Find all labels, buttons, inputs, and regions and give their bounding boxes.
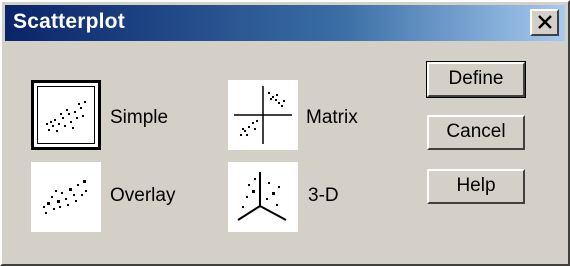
- window-title: Scatterplot: [13, 10, 125, 33]
- scatterplot-dialog: Scatterplot Simple Overlay Matrix 3-D De…: [0, 0, 570, 266]
- help-button[interactable]: Help: [427, 169, 525, 204]
- cancel-button[interactable]: Cancel: [427, 115, 525, 150]
- close-button[interactable]: [530, 9, 559, 36]
- define-button[interactable]: Define: [426, 61, 526, 98]
- option-label-matrix: Matrix: [306, 107, 358, 128]
- matrix-scatter-icon[interactable]: [228, 80, 298, 150]
- title-bar[interactable]: Scatterplot: [5, 5, 565, 41]
- option-label-3d: 3-D: [308, 185, 339, 206]
- simple-scatter-icon[interactable]: [31, 80, 101, 150]
- option-label-overlay: Overlay: [110, 185, 176, 206]
- overlay-scatter-icon[interactable]: [31, 162, 101, 232]
- 3d-scatter-icon[interactable]: [228, 162, 298, 232]
- option-label-simple: Simple: [110, 107, 169, 128]
- close-icon: [538, 15, 552, 29]
